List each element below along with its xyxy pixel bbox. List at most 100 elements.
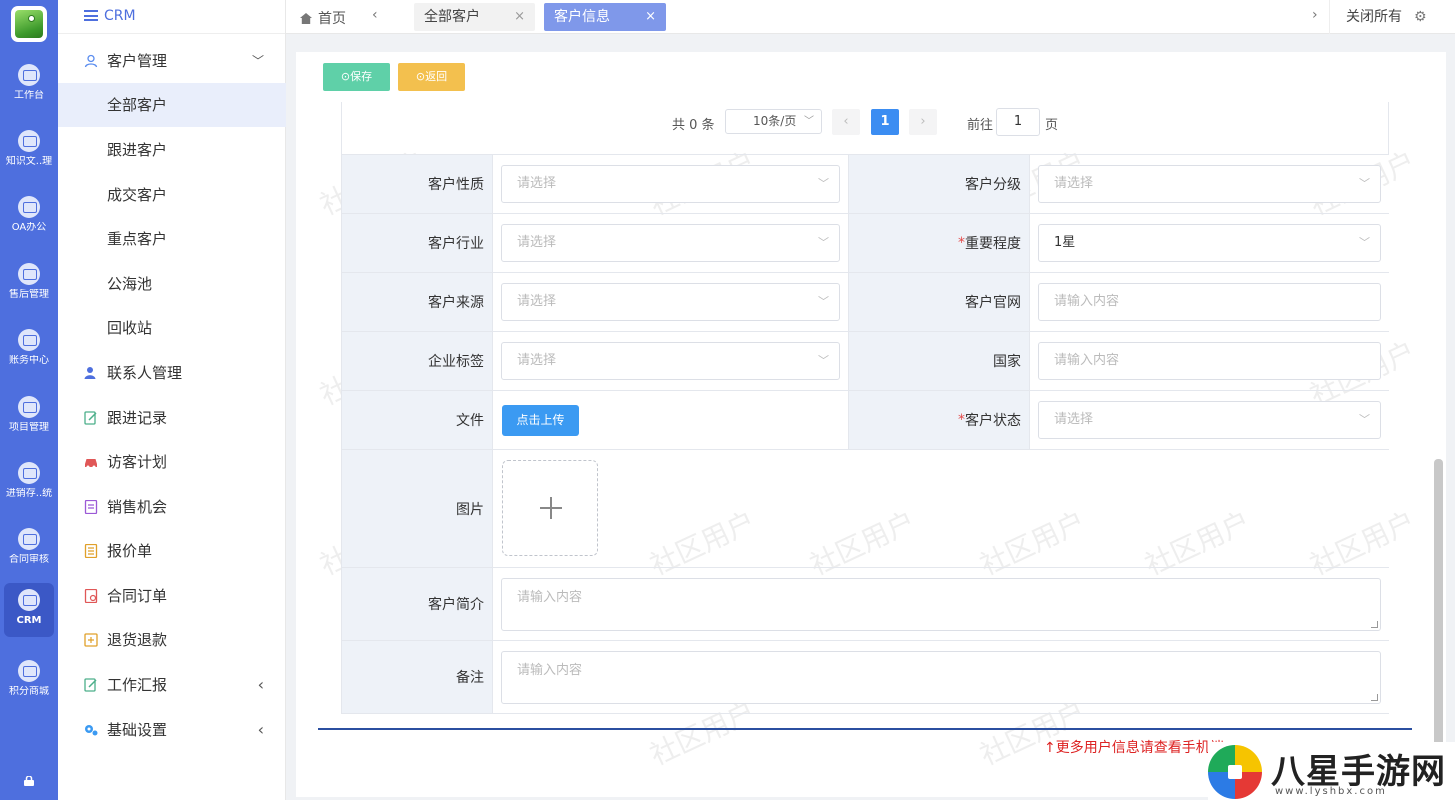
site-brand-logo: 八星手游网 www.lyshbx.com <box>1208 742 1455 800</box>
edit-icon <box>84 411 97 425</box>
menu-item-returns-refunds[interactable]: 退货退款 <box>58 618 286 662</box>
rail-item-contract-review[interactable]: 合同审核 <box>0 522 58 582</box>
rail-item-points-mall[interactable]: 积分商城 <box>0 654 58 714</box>
menu-item-follow-customers[interactable]: 跟进客户 <box>58 128 286 172</box>
close-icon[interactable]: × <box>645 3 656 31</box>
image-upload-box[interactable] <box>502 460 598 556</box>
monitor-icon <box>18 589 40 611</box>
close-icon[interactable]: × <box>514 3 525 31</box>
chevron-down-icon: ﹀ <box>818 295 829 308</box>
customer-industry-select[interactable]: 请选择 ﹀ <box>501 224 840 262</box>
menu-item-public-pool[interactable]: 公海池 <box>58 262 286 306</box>
menu-item-quotation[interactable]: 报价单 <box>58 529 286 573</box>
lock-icon[interactable] <box>23 776 35 786</box>
prev-page-button[interactable]: ‹ <box>832 109 860 135</box>
monitor-icon <box>18 130 40 152</box>
form-row: 客户行业 请选择 ﹀ * 重要程度 1星 ﹀ <box>342 214 1389 273</box>
tabs-scroll-left-icon[interactable]: ‹ <box>372 7 378 23</box>
field-label-remark: 备注 <box>342 641 493 713</box>
form-row: 客户简介 请输入内容 <box>342 568 1389 641</box>
customer-form: 客户性质 请选择 ﹀ 客户分级 请选择 ﹀ 客户行业 请选择 ﹀ * 重要程度 1星 ﹀ … <box>341 154 1389 714</box>
field-label-source: 客户来源 <box>342 273 493 331</box>
form-row: 客户来源 请选择 ﹀ 客户官网 请输入内容 <box>342 273 1389 332</box>
field-label-tags: 企业标签 <box>342 332 493 390</box>
monitor-icon <box>18 329 40 351</box>
field-label-status: * 客户状态 <box>848 391 1030 449</box>
next-page-button[interactable]: › <box>909 109 937 135</box>
rail-item-inventory[interactable]: 进销存..统 <box>0 456 58 516</box>
form-row: 文件 点击上传 * 客户状态 请选择 ﹀ <box>342 391 1389 450</box>
tabs-scroll-right-icon[interactable]: › <box>1312 7 1318 23</box>
company-tags-select[interactable]: 请选择 ﹀ <box>501 342 840 380</box>
list-icon <box>84 544 98 558</box>
menu-title: CRM <box>58 0 285 34</box>
gear-icon[interactable]: ⚙ <box>1414 0 1427 34</box>
tab-home[interactable]: 首页 <box>300 8 346 28</box>
resize-handle-icon[interactable] <box>1371 694 1378 701</box>
menu-item-key-customers[interactable]: 重点客户 <box>58 217 286 261</box>
goto-label: 前往 <box>967 118 994 133</box>
customer-source-select[interactable]: 请选择 ﹀ <box>501 283 840 321</box>
tab-all-customers[interactable]: 全部客户 × <box>414 3 535 31</box>
refund-icon <box>84 633 98 647</box>
menu-item-follow-records[interactable]: 跟进记录 <box>58 396 286 440</box>
divider <box>318 728 1412 730</box>
rail-item-finance[interactable]: 账务中心 <box>0 323 58 383</box>
monitor-icon <box>18 396 40 418</box>
menu-item-contract-orders[interactable]: 合同订单 <box>58 574 286 618</box>
save-button[interactable]: ⊙保存 <box>323 63 390 91</box>
field-label-website: 客户官网 <box>848 273 1030 331</box>
tab-customer-info[interactable]: 客户信息 × <box>544 3 666 31</box>
menu-item-recycle-bin[interactable]: 回收站 <box>58 306 286 350</box>
upload-file-button[interactable]: 点击上传 <box>502 405 579 436</box>
rail-item-workbench[interactable]: 工作台 <box>0 58 58 118</box>
goto-page-input[interactable]: 1 <box>996 108 1040 136</box>
menu-item-deal-customers[interactable]: 成交客户 <box>58 173 286 217</box>
importance-select[interactable]: 1星 ﹀ <box>1038 224 1381 262</box>
chevron-down-icon: ﹀ <box>1359 236 1370 249</box>
scrollbar-thumb[interactable] <box>1434 459 1443 784</box>
menu-item-sales-opportunity[interactable]: 销售机会 <box>58 485 286 529</box>
page-size-select[interactable]: 10条/页 ﹀ <box>725 109 822 134</box>
rail-item-crm[interactable]: CRM <box>4 583 54 637</box>
field-label-nature: 客户性质 <box>342 155 493 213</box>
document-icon <box>84 500 98 514</box>
form-row: 企业标签 请选择 ﹀ 国家 请输入内容 <box>342 332 1389 391</box>
resize-handle-icon[interactable] <box>1371 621 1378 628</box>
contact-icon <box>84 367 96 379</box>
chevron-down-icon: ﹀ <box>1359 413 1370 426</box>
website-input[interactable]: 请输入内容 <box>1038 283 1381 321</box>
menu-item-basic-settings[interactable]: 基础设置 ‹ <box>58 708 286 752</box>
remark-textarea[interactable]: 请输入内容 <box>501 651 1381 704</box>
country-input[interactable]: 请输入内容 <box>1038 342 1381 380</box>
field-label-country: 国家 <box>848 332 1030 390</box>
customer-status-select[interactable]: 请选择 ﹀ <box>1038 401 1381 439</box>
field-label-intro: 客户简介 <box>342 568 493 640</box>
menu-item-visit-plan[interactable]: 访客计划 <box>58 440 286 484</box>
menu-item-contacts[interactable]: 联系人管理 <box>58 351 286 395</box>
app-logo[interactable] <box>11 6 47 42</box>
chevron-down-icon: ﹀ <box>818 177 829 190</box>
back-button[interactable]: ⊙返回 <box>398 63 465 91</box>
monitor-icon <box>18 462 40 484</box>
monitor-icon <box>18 660 40 682</box>
page-number-current[interactable]: 1 <box>871 109 899 135</box>
customer-intro-textarea[interactable]: 请输入内容 <box>501 578 1381 631</box>
customer-nature-select[interactable]: 请选择 ﹀ <box>501 165 840 203</box>
customer-grade-select[interactable]: 请选择 ﹀ <box>1038 165 1381 203</box>
field-label-importance: * 重要程度 <box>848 214 1030 272</box>
customer-info-card: 社区用户 社区用户 社区用户 社区用户 社区用户 社区用户 社区用户 社区用户 … <box>296 52 1446 797</box>
menu-item-all-customers[interactable]: 全部客户 <box>58 83 286 127</box>
rail-item-after-sales[interactable]: 售后管理 <box>0 257 58 317</box>
close-all-button[interactable]: 关闭所有 ⚙ <box>1329 0 1443 34</box>
menu-item-work-report[interactable]: 工作汇报 ‹ <box>58 663 286 707</box>
menu-list-icon <box>84 10 98 21</box>
rail-item-projects[interactable]: 项目管理 <box>0 390 58 450</box>
rail-item-oa[interactable]: OA办公 <box>0 190 58 250</box>
footer-note: ↑更多用户信息请查看手机端 <box>1044 740 1224 756</box>
users-icon <box>84 54 98 68</box>
menu-item-customer-management[interactable]: 客户管理 ﹀ <box>58 39 286 83</box>
form-row: 备注 请输入内容 <box>342 641 1389 714</box>
side-menu: CRM 客户管理 ﹀ 全部客户 跟进客户 成交客户 重点客户 公海池 回收站 联… <box>58 0 286 800</box>
rail-item-knowledge[interactable]: 知识文..理 <box>0 124 58 184</box>
